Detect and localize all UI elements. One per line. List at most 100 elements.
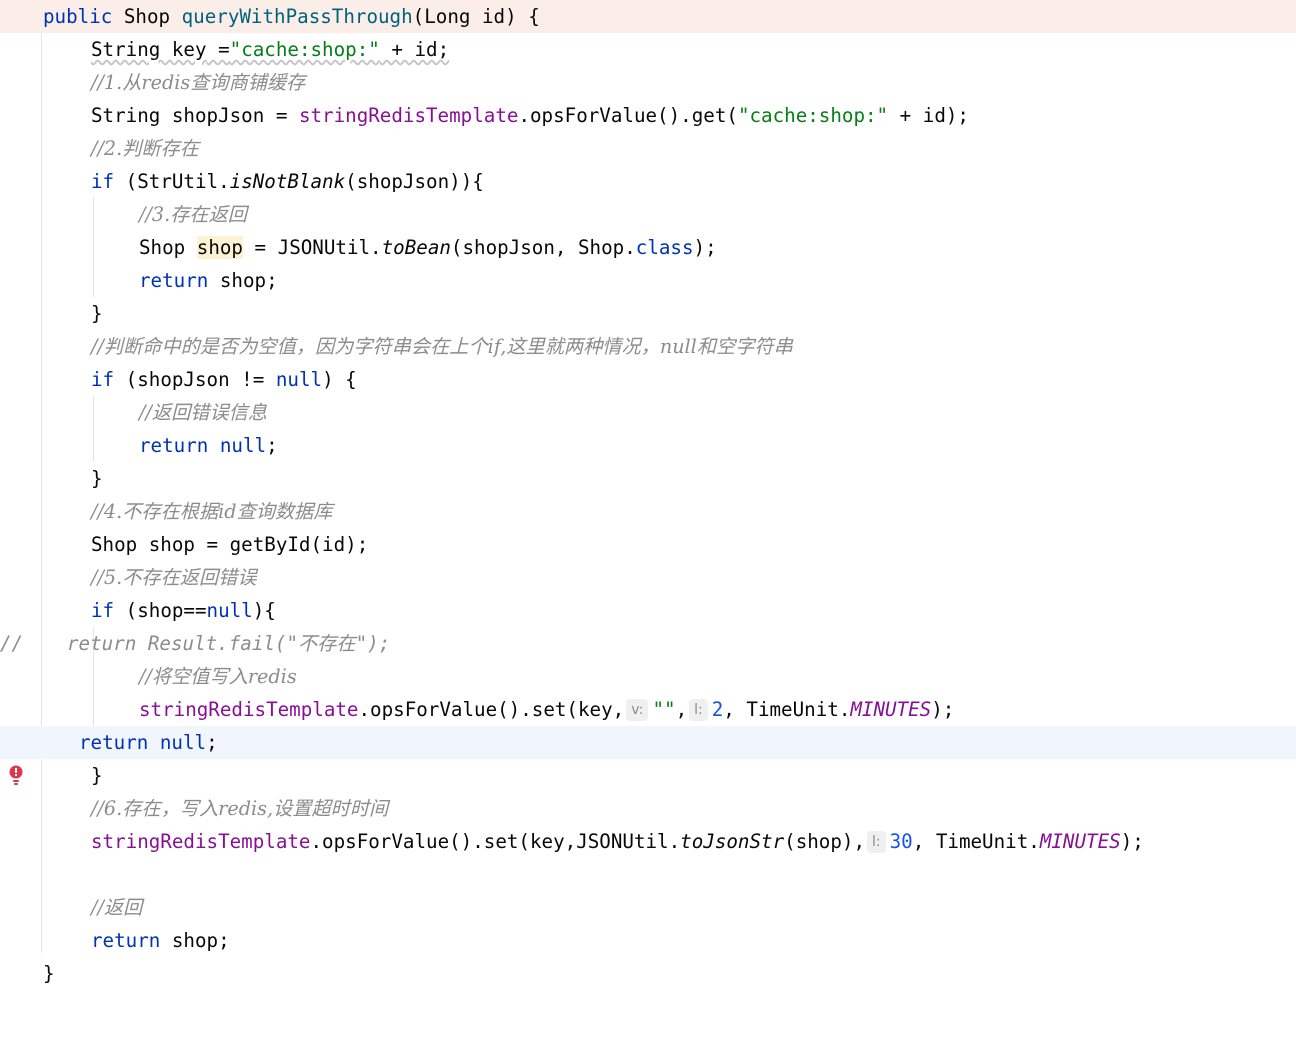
code-text: = bbox=[206, 38, 230, 61]
code-line-24[interactable]: } bbox=[0, 759, 1296, 792]
comment: //返回 bbox=[91, 896, 143, 919]
comment: return Result.fail("不存在"); bbox=[67, 632, 391, 655]
code-line-16[interactable]: //4.不存在根据id查询数据库 bbox=[0, 495, 1296, 528]
keyword: if bbox=[91, 368, 115, 391]
keyword: if bbox=[91, 170, 115, 193]
keyword: null bbox=[206, 599, 253, 622]
comment: //判断命中的是否为空值，因为字符串会在上个if,这里就两种情况，null和空字… bbox=[91, 335, 793, 358]
number-literal: 30 bbox=[889, 830, 913, 853]
keyword: null bbox=[275, 368, 323, 391]
code-line-15[interactable]: } bbox=[0, 462, 1296, 495]
code-text: shop; bbox=[208, 269, 278, 292]
code-text: } bbox=[91, 302, 103, 325]
keyword: return bbox=[91, 929, 161, 952]
comment: //4.不存在根据id查询数据库 bbox=[91, 500, 333, 523]
method-name: queryWithPassThrough bbox=[181, 5, 413, 28]
string-literal: "" bbox=[652, 698, 676, 721]
code-line-7[interactable]: //3.存在返回 bbox=[0, 198, 1296, 231]
code-line-20[interactable]: // return Result.fail("不存在"); bbox=[0, 627, 1296, 660]
code-line-9[interactable]: return shop; bbox=[0, 264, 1296, 297]
code-line-3[interactable]: //1.从redis查询商铺缓存 bbox=[0, 66, 1296, 99]
code-text: } bbox=[91, 764, 103, 787]
number-literal: 2 bbox=[711, 698, 724, 721]
code-text: (shopJson)){ bbox=[345, 170, 484, 193]
code-line-28[interactable]: return shop; bbox=[0, 924, 1296, 957]
comment: //6.存在，写入redis,设置超时时间 bbox=[91, 797, 389, 820]
code-line-23[interactable]: return null; bbox=[0, 726, 1296, 759]
variable-name: key bbox=[171, 38, 207, 61]
code-line-12[interactable]: if (shopJson != null) { bbox=[0, 363, 1296, 396]
code-text: (shop== bbox=[114, 599, 207, 622]
comment: //将空值写入redis bbox=[139, 665, 297, 688]
code-text: ); bbox=[931, 698, 955, 721]
code-text: , TimeUnit. bbox=[723, 698, 851, 721]
keyword: return bbox=[139, 434, 209, 457]
code-line-8[interactable]: Shop shop = JSONUtil.toBean(shopJson, Sh… bbox=[0, 231, 1296, 264]
code-line-2[interactable]: String key ="cache:shop:" + id; bbox=[0, 33, 1296, 66]
code-line-1[interactable]: public Shop queryWithPassThrough(Long id… bbox=[0, 0, 1296, 33]
code-text: shop; bbox=[160, 929, 230, 952]
code-text: ; bbox=[266, 434, 278, 457]
code-text: ; bbox=[206, 731, 218, 754]
code-line-27[interactable]: //返回 bbox=[0, 891, 1296, 924]
code-text: (shop), bbox=[784, 830, 866, 853]
code-line-5[interactable]: //2.判断存在 bbox=[0, 132, 1296, 165]
code-text: } bbox=[43, 962, 55, 985]
code-text: String shopJson = bbox=[91, 104, 299, 127]
code-text: = JSONUtil. bbox=[242, 236, 382, 259]
code-text: Shop bbox=[139, 236, 197, 259]
code-text: (shopJson != bbox=[114, 368, 276, 391]
static-method-name: toJsonStr bbox=[680, 830, 785, 853]
keyword: null bbox=[208, 434, 267, 457]
code-text: , bbox=[675, 698, 688, 721]
field-name: stringRedisTemplate bbox=[91, 830, 311, 853]
code-text: } bbox=[91, 467, 103, 490]
field-name: stringRedisTemplate bbox=[298, 104, 519, 127]
code-text: , TimeUnit. bbox=[912, 830, 1040, 853]
string-literal: "cache:shop:" bbox=[737, 104, 889, 127]
keyword: null bbox=[148, 731, 207, 754]
code-text: ) { bbox=[322, 368, 357, 391]
code-line-14[interactable]: return null; bbox=[0, 429, 1296, 462]
comment: //3.存在返回 bbox=[139, 203, 247, 226]
code-line-26[interactable]: stringRedisTemplate.opsForValue().set(ke… bbox=[0, 825, 1296, 858]
keyword: if bbox=[91, 599, 115, 622]
keyword: public bbox=[43, 5, 113, 28]
code-text: Shop shop = getById(id); bbox=[91, 533, 369, 556]
comment: //1.从redis查询商铺缓存 bbox=[91, 71, 306, 94]
code-line-6[interactable]: if (StrUtil.isNotBlank(shopJson)){ bbox=[0, 165, 1296, 198]
code-editor[interactable]: public Shop queryWithPassThrough(Long id… bbox=[0, 0, 1296, 1004]
code-text: .opsForValue().set(key,JSONUtil. bbox=[310, 830, 681, 853]
code-line-13[interactable]: //返回错误信息 bbox=[0, 396, 1296, 429]
static-method-name: toBean bbox=[381, 236, 451, 259]
code-text: .opsForValue().get( bbox=[518, 104, 738, 127]
code-text: ); bbox=[1120, 830, 1144, 853]
code-line-4[interactable]: String shopJson = stringRedisTemplate.op… bbox=[0, 99, 1296, 132]
code-line-25[interactable]: //6.存在，写入redis,设置超时时间 bbox=[0, 792, 1296, 825]
parameter-hint: l: bbox=[689, 699, 708, 721]
enum-constant: MINUTES bbox=[850, 698, 932, 721]
code-text: ){ bbox=[252, 599, 276, 622]
error-bulb-icon[interactable] bbox=[9, 699, 23, 785]
code-line-22[interactable]: stringRedisTemplate.opsForValue().set(ke… bbox=[0, 693, 1296, 785]
code-line-18[interactable]: //5.不存在返回错误 bbox=[0, 561, 1296, 594]
highlighted-variable: shop bbox=[196, 236, 243, 259]
field-name: stringRedisTemplate bbox=[139, 698, 359, 721]
code-line-21[interactable]: //将空值写入redis bbox=[0, 660, 1296, 693]
comment: //返回错误信息 bbox=[139, 401, 268, 424]
comment: //5.不存在返回错误 bbox=[91, 566, 257, 589]
keyword: return bbox=[79, 731, 149, 754]
code-text: + id); bbox=[888, 104, 969, 127]
keyword: return bbox=[139, 269, 209, 292]
code-line-11[interactable]: //判断命中的是否为空值，因为字符串会在上个if,这里就两种情况，null和空字… bbox=[0, 330, 1296, 363]
parameter-hint: v: bbox=[626, 699, 649, 721]
code-text: (Long id) { bbox=[412, 5, 540, 28]
parameter-hint: l: bbox=[867, 831, 886, 853]
code-line-10[interactable]: } bbox=[0, 297, 1296, 330]
code-text: + id; bbox=[379, 38, 450, 61]
code-line-19[interactable]: if (shop==null){ bbox=[0, 594, 1296, 627]
type-name: Shop bbox=[112, 5, 182, 28]
code-line-29[interactable]: } bbox=[0, 957, 1296, 990]
code-text: (shopJson, Shop. bbox=[450, 236, 636, 259]
code-line-17[interactable]: Shop shop = getById(id); bbox=[0, 528, 1296, 561]
